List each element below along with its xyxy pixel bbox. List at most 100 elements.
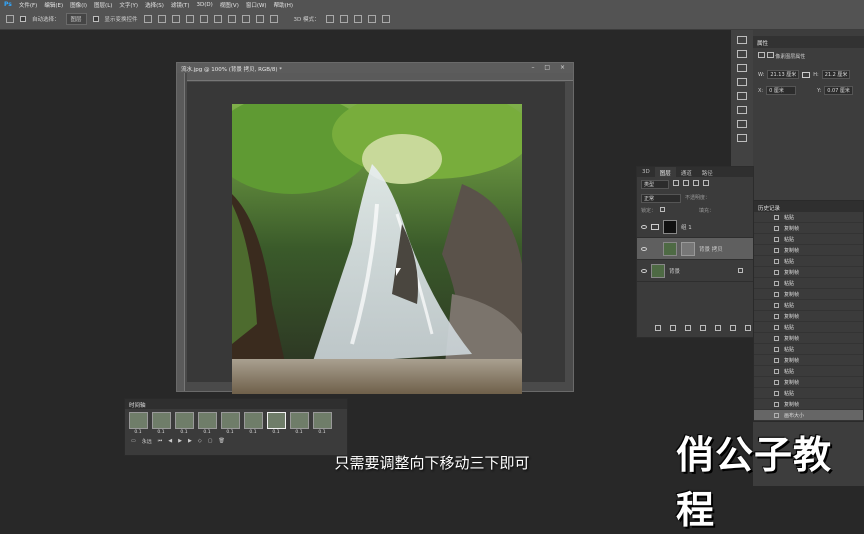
tab-3d[interactable]: 3D — [637, 167, 655, 177]
history-item[interactable]: 复制帧 — [754, 223, 863, 234]
fx-icon[interactable] — [670, 325, 676, 331]
move-tool-icon[interactable] — [6, 15, 14, 23]
next-frame-icon[interactable]: ▶ — [188, 438, 192, 445]
swatches-icon[interactable] — [737, 120, 747, 128]
link-icon[interactable] — [802, 71, 811, 78]
visibility-eye-icon[interactable] — [641, 224, 647, 229]
timeline-frame[interactable]: 0.1 — [243, 412, 263, 435]
more-options-icon[interactable] — [269, 15, 278, 23]
properties-panel-header[interactable]: 属性 — [753, 36, 864, 48]
kind-filter-dropdown[interactable]: 类型 — [641, 180, 669, 189]
align-center-icon[interactable] — [157, 15, 166, 23]
new-layer-icon[interactable] — [730, 325, 736, 331]
vertical-ruler[interactable] — [177, 73, 185, 391]
blend-mode-dropdown[interactable]: 正常 — [641, 194, 681, 203]
menu-type[interactable]: 文字(Y) — [119, 1, 138, 9]
scale-3d-icon[interactable] — [381, 15, 390, 23]
window-controls[interactable]: – □ × — [531, 64, 569, 71]
auto-select-dropdown[interactable]: 图层 — [65, 13, 87, 25]
align-middle-icon[interactable] — [199, 15, 208, 23]
history-item[interactable]: 粘贴 — [754, 256, 863, 267]
menu-file[interactable]: 文件(F) — [19, 1, 37, 9]
history-item-selected[interactable]: 画布大小 — [754, 410, 863, 421]
new-group-icon[interactable] — [715, 325, 721, 331]
filter-shape-icon[interactable] — [703, 180, 709, 186]
menu-3d[interactable]: 3D(D) — [197, 2, 213, 8]
timeline-frame[interactable]: 0.1 — [220, 412, 240, 435]
timeline-frame[interactable]: 0.1 — [197, 412, 217, 435]
width-field[interactable]: 21.13 厘米 — [767, 70, 800, 79]
distribute-h-icon[interactable] — [241, 15, 250, 23]
timeline-frame[interactable]: 0.1 — [289, 412, 309, 435]
orbit-3d-icon[interactable] — [325, 15, 334, 23]
history-item[interactable]: 复制帧 — [754, 267, 863, 278]
move-icon[interactable] — [737, 64, 747, 72]
menu-window[interactable]: 窗口(W) — [246, 1, 267, 9]
timeline-frame[interactable]: 0.1 — [151, 412, 171, 435]
history-item[interactable]: 粘贴 — [754, 212, 863, 223]
menu-filter[interactable]: 滤镜(T) — [171, 1, 190, 9]
character-icon[interactable] — [737, 78, 747, 86]
align-top-icon[interactable] — [185, 15, 194, 23]
timeline-frame[interactable]: 0.1 — [312, 412, 332, 435]
distribute-icon[interactable] — [227, 15, 236, 23]
history-item[interactable]: 粘贴 — [754, 300, 863, 311]
history-item[interactable]: 粘贴 — [754, 388, 863, 399]
history-item[interactable]: 复制帧 — [754, 377, 863, 388]
height-field[interactable]: 21.2 厘米 — [821, 70, 851, 79]
timeline-frame[interactable]: 0.1 — [128, 412, 148, 435]
history-item[interactable]: 粘贴 — [754, 366, 863, 377]
history-item[interactable]: 复制帧 — [754, 311, 863, 322]
tween-icon[interactable]: ◇ — [198, 438, 202, 445]
slide-3d-icon[interactable] — [367, 15, 376, 23]
timeline-frame[interactable]: 0.1 — [174, 412, 194, 435]
align-right-icon[interactable] — [171, 15, 180, 23]
link-layers-icon[interactable] — [655, 325, 661, 331]
tab-channels[interactable]: 通道 — [676, 167, 697, 177]
menu-view[interactable]: 视图(V) — [220, 1, 239, 9]
layer-mask-thumbnail[interactable] — [681, 241, 695, 256]
align-left-icon[interactable] — [143, 15, 152, 23]
layer-row-group[interactable]: 组 1 — [637, 216, 753, 238]
align-bottom-icon[interactable] — [213, 15, 222, 23]
delete-frame-icon[interactable]: 🗑 — [218, 438, 224, 445]
history-panel-header[interactable]: 历史记录 — [754, 201, 863, 212]
adjustment-icon[interactable] — [700, 325, 706, 331]
trash-icon[interactable] — [745, 325, 751, 331]
timeline-panel-header[interactable]: 时间轴 — [125, 399, 347, 409]
visibility-eye-icon[interactable] — [641, 268, 647, 273]
x-field[interactable]: 0 厘米 — [766, 86, 797, 95]
convert-icon[interactable]: ▭ — [131, 438, 136, 445]
history-item[interactable]: 复制帧 — [754, 355, 863, 366]
loop-dropdown[interactable]: 永远 — [142, 438, 152, 445]
menu-select[interactable]: 选择(S) — [145, 1, 164, 9]
tab-layers[interactable]: 图层 — [654, 167, 676, 177]
app-logo[interactable]: Ps — [4, 1, 12, 8]
document-tab[interactable]: 流水.jpg @ 100% (背景 拷贝, RGB/8) * — [177, 63, 573, 73]
canvas-image[interactable] — [232, 104, 522, 394]
distribute-v-icon[interactable] — [255, 15, 264, 23]
menu-image[interactable]: 图像(I) — [70, 1, 87, 9]
y-field[interactable]: 0.07 厘米 — [824, 86, 853, 95]
tools-icon[interactable] — [737, 106, 747, 114]
history-item[interactable]: 粘贴 — [754, 234, 863, 245]
first-frame-icon[interactable]: ⏮ — [158, 438, 163, 445]
menu-help[interactable]: 帮助(H) — [274, 1, 293, 9]
history-item[interactable]: 复制帧 — [754, 333, 863, 344]
lock-icon[interactable] — [660, 207, 666, 212]
history-item[interactable]: 复制帧 — [754, 399, 863, 410]
history-item[interactable]: 粘贴 — [754, 344, 863, 355]
show-transform-checkbox[interactable] — [92, 16, 99, 22]
auto-select-checkbox[interactable] — [20, 16, 26, 22]
history-item[interactable]: 粘贴 — [754, 278, 863, 289]
play-icon[interactable]: ▶ — [178, 438, 182, 445]
tab-paths[interactable]: 路径 — [697, 167, 718, 177]
brush-icon[interactable] — [737, 36, 747, 44]
3d-panel-icon[interactable] — [737, 134, 747, 142]
menu-edit[interactable]: 编辑(E) — [44, 1, 63, 9]
visibility-eye-icon[interactable] — [641, 246, 647, 251]
paragraph-icon[interactable] — [737, 92, 747, 100]
prev-frame-icon[interactable]: ◀ — [168, 438, 172, 445]
filter-type-icon[interactable] — [693, 180, 699, 186]
history-item[interactable]: 复制帧 — [754, 245, 863, 256]
